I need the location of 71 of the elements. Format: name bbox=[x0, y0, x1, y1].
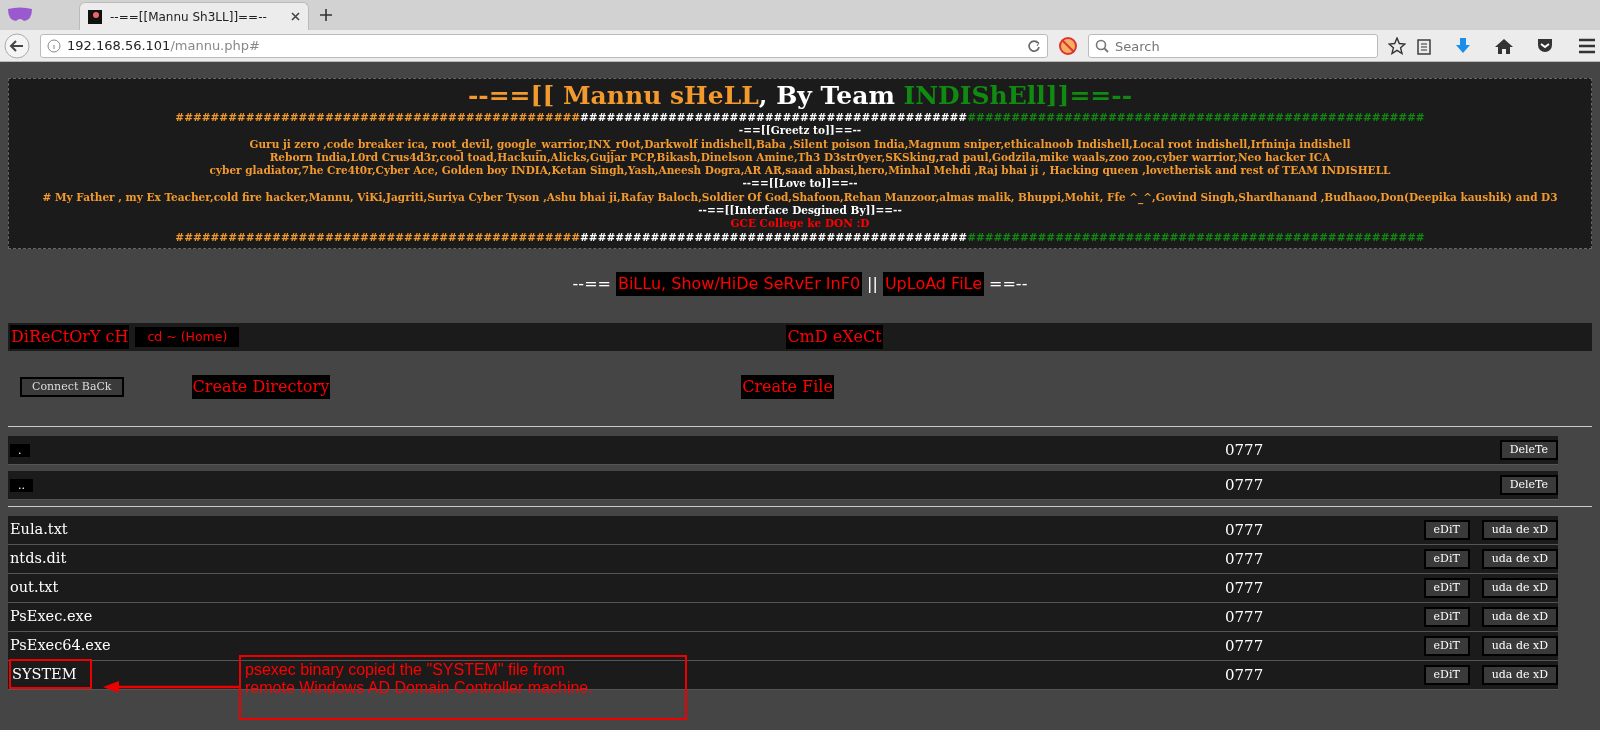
delete-button[interactable]: uda de xD bbox=[1481, 664, 1558, 685]
names-line: Reborn India,L0rd Crus4d3r,cool toad,Hackuin,Alicks,Gujjar PCP,Bikash,Dinelson Amine,Th3 D3str0yer,SKSking,rad paul,Godzila,mike waals,zoo zoo,cyber warrior,Neo hacker ICA bbox=[269, 150, 1331, 163]
nav-link[interactable]: UpLoAd FiLe bbox=[882, 271, 985, 296]
directory-label: DiReCtOrY cH bbox=[10, 324, 130, 349]
pocket-icon[interactable] bbox=[1536, 36, 1554, 55]
permissions-text: 0777 bbox=[1225, 519, 1264, 541]
nav-link[interactable]: BiLLu, Show/HiDe SeRvEr InF0 bbox=[615, 271, 863, 296]
blocked-icon[interactable] bbox=[1058, 35, 1078, 56]
info-icon bbox=[47, 38, 61, 53]
clipboard-icon[interactable] bbox=[1416, 36, 1432, 55]
delete-button[interactable]: uda de xD bbox=[1481, 548, 1558, 569]
file-link[interactable]: PsExec.exe bbox=[10, 608, 93, 625]
permissions-text: 0777 bbox=[1225, 664, 1264, 686]
create-directory-link[interactable]: Create Directory bbox=[191, 374, 331, 399]
close-icon[interactable] bbox=[291, 12, 300, 21]
home-icon[interactable] bbox=[1494, 36, 1514, 55]
create-file-link[interactable]: Create File bbox=[741, 374, 834, 399]
nav-decoration: --== bbox=[572, 272, 611, 295]
new-tab-icon[interactable] bbox=[319, 8, 333, 22]
edit-button[interactable]: eDiT bbox=[1423, 577, 1470, 598]
reload-icon[interactable] bbox=[1027, 38, 1041, 53]
mask-icon[interactable] bbox=[6, 6, 34, 24]
names-line: cyber gladiator,7he Cre4t0r,Cyber Ace, Golden boy INDIA,Ketan Singh,Yash,Aneesh Dogra,AR AR,saad abbasi,hero,Minhal Mehdi ,Raj bhai ji , Hacking queen ,lovetherisk and rest of TEAM INDISHELL bbox=[209, 164, 1391, 177]
section-heading: -==[[Greetz to]]==-- bbox=[738, 124, 862, 137]
edit-button[interactable]: eDiT bbox=[1423, 606, 1470, 627]
file-link[interactable]: PsExec64.exe bbox=[10, 637, 111, 654]
edit-button[interactable]: eDiT bbox=[1423, 635, 1470, 656]
directory-link[interactable]: .. bbox=[10, 479, 33, 493]
url-text: 192.168.56.101/mannu.php# bbox=[67, 36, 260, 55]
edit-button[interactable]: eDiT bbox=[1423, 519, 1470, 540]
download-icon[interactable] bbox=[1454, 36, 1472, 55]
banner-title: --==[[ Mannu sHeLL, By Team INDIShEll]]==-- bbox=[466, 81, 1134, 111]
permissions-text: 0777 bbox=[1225, 577, 1264, 599]
favicon-icon bbox=[88, 9, 102, 24]
hash-divider: ############################################################################################################################################## bbox=[174, 230, 1426, 244]
edit-button[interactable]: eDiT bbox=[1423, 664, 1470, 685]
permissions-text: 0777 bbox=[1225, 439, 1264, 461]
nav-separator: || bbox=[867, 272, 878, 295]
delete-button[interactable]: DeleTe bbox=[1499, 439, 1558, 460]
search-field[interactable]: Search bbox=[1088, 34, 1378, 58]
file-link[interactable]: Eula.txt bbox=[10, 521, 68, 538]
permissions-text: 0777 bbox=[1225, 548, 1264, 570]
edit-button[interactable]: eDiT bbox=[1423, 548, 1470, 569]
back-icon[interactable] bbox=[4, 32, 30, 59]
permissions-text: 0777 bbox=[1225, 606, 1264, 628]
delete-button[interactable]: uda de xD bbox=[1481, 606, 1558, 627]
section-heading: --==[[Interface Desgined By]]==-- bbox=[698, 204, 902, 217]
permissions-text: 0777 bbox=[1225, 474, 1264, 496]
menu-icon[interactable] bbox=[1578, 37, 1596, 54]
delete-button[interactable]: DeleTe bbox=[1499, 474, 1558, 495]
credit-line: GCE College ke DON :D bbox=[730, 217, 870, 230]
address-field[interactable]: 192.168.56.101/mannu.php# bbox=[40, 33, 1048, 58]
connect-back-button[interactable]: Connect BaCk bbox=[20, 376, 124, 397]
directory-link[interactable]: . bbox=[10, 444, 30, 458]
nav-decoration: ==-- bbox=[989, 272, 1028, 295]
delete-button[interactable]: uda de xD bbox=[1481, 635, 1558, 656]
names-line: Guru ji zero ,code breaker ica, root_devil, google_warrior,INX_r0ot,Darkwolf indishell,Baba ,Silent poison India,Magnum sniper,ethicalnoob Indishell,Local root indishell,Irfninja indishell bbox=[249, 137, 1351, 150]
file-link[interactable]: ntds.dit bbox=[10, 550, 67, 567]
file-link[interactable]: SYSTEM bbox=[10, 660, 91, 689]
delete-button[interactable]: uda de xD bbox=[1481, 577, 1558, 598]
command-label[interactable]: CmD eXeCt bbox=[786, 324, 883, 349]
names-line: # My Father , my Ex Teacher,cold fire hacker,Mannu, ViKi,Jagriti,Suriya Cyber Tyson ,Ashu bhai ji,Rafay Baloch,Soldier Of God,Shafoon,Rehan Manzoor,almas malik, Bhuppi,Mohit, Ffe ^_^,Govind Singh,Shardhanand ,Budhaoo,Don(Deepika kaushik) and D3 bbox=[42, 190, 1558, 203]
section-heading: --==[[Love to]]==-- bbox=[742, 177, 858, 190]
browser-tab[interactable]: --==[[Mannu Sh3LL]]==-- bbox=[79, 2, 309, 30]
star-icon[interactable] bbox=[1388, 36, 1406, 55]
permissions-text: 0777 bbox=[1225, 635, 1264, 657]
hash-divider: ############################################################################################################################################## bbox=[174, 111, 1426, 125]
home-link[interactable]: cd ~ (Home) bbox=[135, 326, 240, 348]
file-link[interactable]: out.txt bbox=[10, 579, 59, 596]
delete-button[interactable]: uda de xD bbox=[1481, 519, 1558, 540]
annotation-callout: psexec binary copied the "SYSTEM" file from remote Windows AD Domain Controller machine. bbox=[239, 655, 687, 720]
